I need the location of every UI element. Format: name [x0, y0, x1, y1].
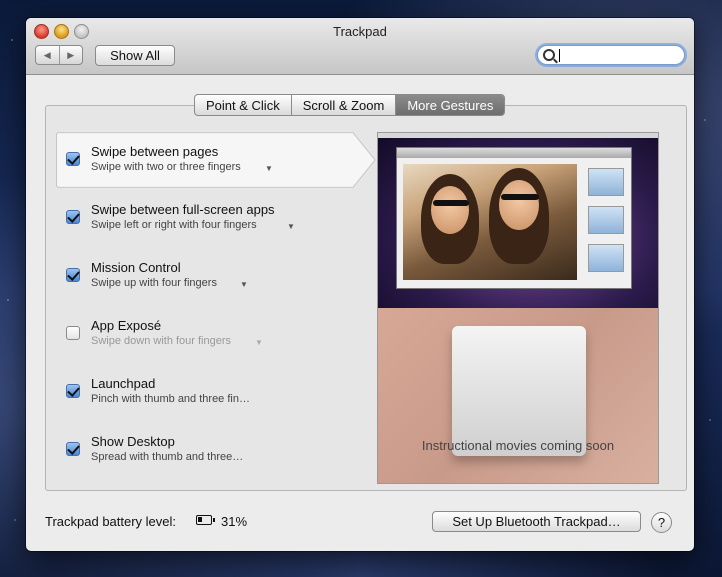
preview-photo	[403, 164, 577, 280]
gesture-title: Show Desktop	[91, 434, 175, 449]
battery-level-value: 31%	[221, 514, 248, 529]
gesture-subtitle: Swipe down with four fingers	[91, 335, 232, 347]
trackpad-preferences-window: Trackpad ◀ ▶ Show All Point & Click Scro…	[26, 18, 694, 551]
tab-bar: Point & Click Scroll & Zoom More Gesture…	[194, 94, 506, 116]
show-desktop-checkbox[interactable]	[66, 442, 80, 456]
gesture-title: Swipe between pages	[91, 144, 219, 159]
setup-bluetooth-trackpad-button[interactable]: Set Up Bluetooth Trackpad…	[432, 511, 641, 532]
checkmark-icon	[67, 210, 80, 223]
preview-app-window	[396, 147, 632, 289]
chevron-down-icon: ▼	[255, 338, 263, 347]
swipe-pages-checkbox[interactable]	[66, 152, 80, 166]
tab-scroll-zoom[interactable]: Scroll & Zoom	[292, 95, 397, 115]
chevron-down-icon[interactable]: ▼	[287, 222, 295, 231]
preview-message: Instructional movies coming soon	[421, 438, 615, 453]
magnifier-icon	[543, 49, 555, 61]
gesture-title: Swipe between full-screen apps	[91, 202, 275, 217]
search-field[interactable]	[537, 45, 685, 65]
tab-point-click[interactable]: Point & Click	[195, 95, 292, 115]
checkmark-icon	[67, 384, 80, 397]
gesture-title: Mission Control	[91, 260, 181, 275]
show-all-button[interactable]: Show All	[95, 45, 175, 66]
launchpad-checkbox[interactable]	[66, 384, 80, 398]
tab-more-gestures[interactable]: More Gestures	[396, 95, 505, 115]
selected-row-highlight	[56, 132, 376, 188]
checkmark-icon	[67, 442, 80, 455]
checkmark-icon	[67, 268, 80, 281]
gesture-preview: Instructional movies coming soon	[377, 132, 659, 484]
forward-arrow-icon[interactable]: ▶	[60, 46, 83, 64]
window-title: Trackpad	[333, 24, 387, 39]
gesture-subtitle: Pinch with thumb and three fin…	[91, 393, 250, 405]
app-expose-checkbox[interactable]	[66, 326, 80, 340]
battery-label: Trackpad battery level:	[45, 514, 177, 529]
checkmark-icon	[67, 152, 80, 165]
back-arrow-icon[interactable]: ◀	[36, 46, 60, 64]
gesture-title: App Exposé	[91, 318, 162, 333]
gesture-subtitle[interactable]: Swipe with two or three fingers	[91, 161, 241, 173]
chevron-down-icon[interactable]: ▼	[265, 164, 273, 173]
text-caret	[559, 49, 560, 62]
title-bar: Trackpad ◀ ▶ Show All	[26, 18, 694, 75]
help-button[interactable]: ?	[651, 512, 672, 533]
preview-thumbnails	[585, 164, 625, 284]
chevron-down-icon[interactable]: ▼	[240, 280, 248, 289]
gesture-subtitle[interactable]: Swipe up with four fingers	[91, 277, 217, 289]
swipe-fullscreen-checkbox[interactable]	[66, 210, 80, 224]
gesture-title: Launchpad	[91, 376, 156, 391]
preview-screen-image	[378, 133, 658, 308]
battery-icon	[196, 515, 215, 525]
preview-menubar	[378, 133, 658, 138]
trackpad-image	[452, 326, 586, 456]
mission-control-checkbox[interactable]	[66, 268, 80, 282]
gesture-subtitle[interactable]: Swipe left or right with four fingers	[91, 219, 257, 231]
gesture-subtitle: Spread with thumb and three…	[91, 451, 244, 463]
back-forward-control: ◀ ▶	[35, 45, 83, 65]
